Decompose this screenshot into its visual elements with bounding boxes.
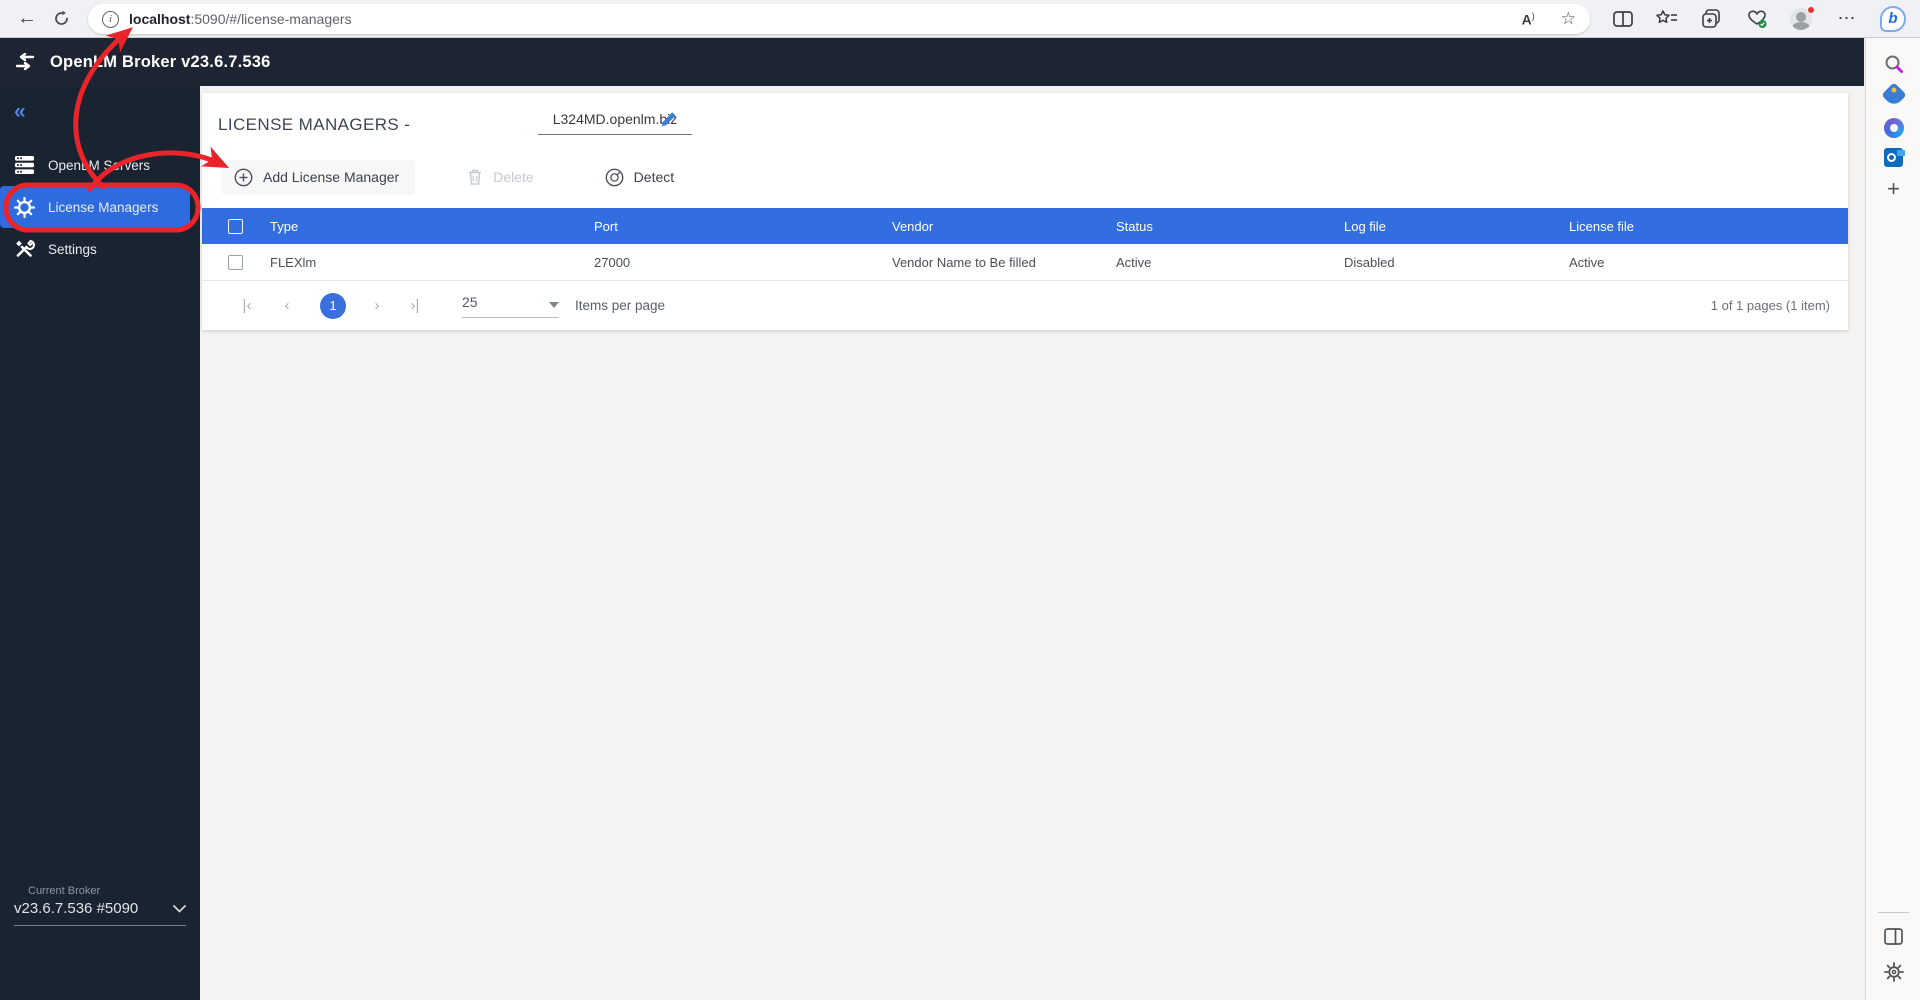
browser-toolbar: ← i localhost:5090/#/license-managers A)…: [0, 0, 1920, 38]
cell-vendor: Vendor Name to Be filled: [892, 255, 1116, 270]
app-title: OpenLM Broker v23.6.7.536: [50, 53, 271, 72]
add-license-manager-button[interactable]: Add License Manager: [222, 160, 415, 195]
select-all-checkbox[interactable]: [228, 219, 243, 234]
last-page-button[interactable]: ›|: [408, 297, 422, 314]
url-path: :5090/#/license-managers: [190, 11, 351, 27]
current-broker-label: Current Broker: [28, 885, 200, 897]
delete-button: Delete: [467, 168, 533, 186]
sidebar-item-openlm-servers[interactable]: OpenLM Servers: [0, 144, 200, 186]
servers-icon: [14, 155, 35, 175]
circle-plus-icon: [234, 168, 253, 187]
sidebar-item-license-managers[interactable]: License Managers: [0, 186, 190, 228]
column-header[interactable]: Vendor: [892, 219, 1116, 234]
sidebar-item-settings[interactable]: Settings: [0, 228, 200, 270]
add-tabs-icon[interactable]: [1695, 0, 1729, 37]
sidebar-divider: [1878, 912, 1909, 913]
url-host: localhost: [129, 11, 190, 27]
sidebar-outlook-icon[interactable]: [1866, 148, 1920, 167]
browser-menu-icon[interactable]: ⋯: [1830, 0, 1864, 37]
current-page-button[interactable]: 1: [320, 293, 346, 319]
sidebar-add-icon[interactable]: +: [1866, 176, 1920, 202]
dropdown-caret-icon: [549, 302, 559, 308]
previous-page-button[interactable]: ‹: [280, 297, 294, 314]
edge-sidebar: +: [1865, 38, 1920, 1000]
bing-chat-icon[interactable]: b: [1876, 0, 1910, 37]
profile-avatar[interactable]: [1784, 0, 1818, 37]
browser-essentials-icon[interactable]: [1740, 0, 1774, 37]
column-header[interactable]: Status: [1116, 219, 1344, 234]
column-header[interactable]: Port: [594, 219, 892, 234]
sidebar-microsoft365-icon[interactable]: [1866, 118, 1920, 138]
column-header[interactable]: License file: [1569, 219, 1848, 234]
next-page-button[interactable]: ›: [370, 297, 384, 314]
cell-status: Active: [1116, 255, 1344, 270]
gear-icon: [14, 197, 35, 218]
sidebar-shopping-icon[interactable]: [1866, 86, 1920, 104]
current-broker-selector[interactable]: Current Broker v23.6.7.536 #5090: [0, 885, 200, 926]
sidebar-panel-toggle-icon[interactable]: [1866, 928, 1920, 945]
favorite-star-icon[interactable]: ☆: [1561, 9, 1576, 29]
first-page-button[interactable]: |‹: [240, 297, 254, 314]
tools-icon: [14, 239, 35, 259]
read-aloud-icon[interactable]: A): [1522, 11, 1535, 28]
page-title: LICENSE MANAGERS -: [218, 115, 410, 135]
detect-icon: [605, 168, 624, 187]
items-per-page-select[interactable]: 25: [462, 294, 559, 318]
items-per-page-label: Items per page: [575, 298, 665, 313]
sidebar: « OpenLM Servers License Managers: [0, 86, 200, 1000]
address-bar[interactable]: i localhost:5090/#/license-managers A) ☆: [88, 4, 1590, 34]
table-row[interactable]: FLEXlm 27000 Vendor Name to Be filled Ac…: [202, 244, 1848, 281]
sidebar-item-label: OpenLM Servers: [48, 158, 150, 173]
current-broker-value: v23.6.7.536 #5090: [14, 900, 138, 917]
items-per-page-value: 25: [462, 294, 478, 310]
cell-port: 27000: [594, 255, 892, 270]
sidebar-item-label: License Managers: [48, 200, 158, 215]
cell-log-file: Disabled: [1344, 255, 1569, 270]
refresh-icon: [53, 10, 70, 27]
cell-license-file: Active: [1569, 255, 1848, 270]
site-info-icon[interactable]: i: [102, 11, 119, 28]
table-toolbar: Add License Manager Delete Detect: [202, 155, 1848, 199]
main-content: LICENSE MANAGERS - L324MD.openlm.biz Add…: [200, 86, 1864, 1000]
column-header[interactable]: Type: [270, 219, 594, 234]
edit-hostname-button[interactable]: [660, 111, 677, 133]
pencil-icon: [660, 111, 677, 128]
trash-icon: [467, 168, 483, 186]
column-header[interactable]: Log file: [1344, 219, 1569, 234]
profile-notification-dot: [1807, 6, 1815, 14]
row-checkbox[interactable]: [228, 255, 243, 270]
detect-button[interactable]: Detect: [605, 168, 674, 187]
app-header: OpenLM Broker v23.6.7.536: [0, 38, 1864, 86]
pagination-summary: 1 of 1 pages (1 item): [1711, 298, 1830, 313]
pagination-bar: |‹ ‹ 1 › ›| 25 Items per page 1 of 1 pag…: [202, 281, 1848, 330]
table-header-row: Type Port Vendor Status Log file License…: [202, 208, 1848, 244]
url-text[interactable]: localhost:5090/#/license-managers: [129, 11, 352, 27]
sidebar-collapse-icon[interactable]: «: [14, 100, 26, 124]
collections-favorites-icon[interactable]: [1650, 0, 1684, 37]
browser-back-button[interactable]: ←: [12, 0, 42, 37]
openlm-logo-icon: [13, 53, 37, 71]
split-screen-icon[interactable]: [1606, 0, 1640, 37]
cell-type: FLEXlm: [270, 255, 594, 270]
sidebar-item-label: Settings: [48, 242, 97, 257]
sidebar-settings-gear-icon[interactable]: [1866, 962, 1920, 982]
browser-refresh-button[interactable]: [46, 0, 76, 37]
chevron-down-icon: [173, 905, 186, 913]
license-managers-card: LICENSE MANAGERS - L324MD.openlm.biz Add…: [202, 93, 1848, 330]
sidebar-search-icon[interactable]: [1866, 54, 1920, 74]
